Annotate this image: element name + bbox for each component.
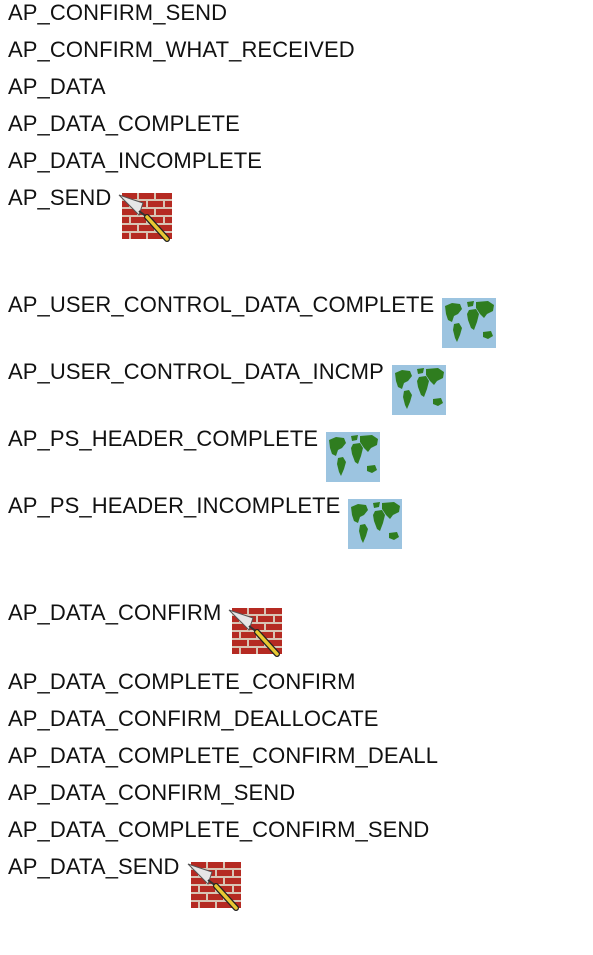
world-map-icon xyxy=(390,359,448,419)
list-item: AP_DATA_COMPLETE_CONFIRM xyxy=(8,669,356,695)
world-map-icon xyxy=(346,493,404,553)
entry-label: AP_DATA_COMPLETE xyxy=(8,111,240,136)
list-item: AP_USER_CONTROL_DATA_INCMP xyxy=(8,359,448,419)
entry-label: AP_DATA_SEND xyxy=(8,854,180,879)
world-map-icon xyxy=(440,292,498,352)
list-item: AP_DATA_CONFIRM_SEND xyxy=(8,780,295,806)
list-item: AP_DATA_SEND xyxy=(8,854,244,914)
list-item: AP_DATA xyxy=(8,74,106,100)
entry-label: AP_CONFIRM_SEND xyxy=(8,0,228,25)
list-item: AP_CONFIRM_WHAT_RECEIVED xyxy=(8,37,355,63)
list-item: AP_DATA_CONFIRM xyxy=(8,600,285,660)
entry-label: AP_DATA xyxy=(8,74,106,99)
list-item: AP_CONFIRM_SEND xyxy=(8,0,227,26)
list-item: AP_SEND xyxy=(8,185,175,245)
entry-label: AP_SEND xyxy=(8,185,112,210)
entry-label: AP_CONFIRM_WHAT_RECEIVED xyxy=(8,37,355,62)
list-item: AP_DATA_COMPLETE_CONFIRM_DEALL xyxy=(8,743,438,769)
entry-label: AP_USER_CONTROL_DATA_COMPLETE xyxy=(8,292,435,317)
entry-label: AP_PS_HEADER_COMPLETE xyxy=(8,426,319,451)
entry-label: AP_DATA_COMPLETE_CONFIRM_DEALL xyxy=(8,743,439,768)
list-item: AP_PS_HEADER_INCOMPLETE xyxy=(8,493,404,553)
entry-label: AP_DATA_CONFIRM_DEALLOCATE xyxy=(8,706,379,731)
brick-trowel-icon xyxy=(227,600,285,660)
entry-label: AP_USER_CONTROL_DATA_INCMP xyxy=(8,359,384,384)
entry-label: AP_DATA_INCOMPLETE xyxy=(8,148,263,173)
list-item: AP_DATA_COMPLETE xyxy=(8,111,240,137)
entry-label: AP_DATA_COMPLETE_CONFIRM_SEND xyxy=(8,817,430,842)
list-item: AP_PS_HEADER_COMPLETE xyxy=(8,426,382,486)
entry-label: AP_DATA_COMPLETE_CONFIRM xyxy=(8,669,356,694)
list-item: AP_DATA_INCOMPLETE xyxy=(8,148,262,174)
entry-label: AP_DATA_CONFIRM xyxy=(8,600,222,625)
list-item: AP_DATA_CONFIRM_DEALLOCATE xyxy=(8,706,379,732)
list-item: AP_USER_CONTROL_DATA_COMPLETE xyxy=(8,292,498,352)
entry-label: AP_DATA_CONFIRM_SEND xyxy=(8,780,296,805)
brick-trowel-icon xyxy=(186,854,244,914)
world-map-icon xyxy=(324,426,382,486)
brick-trowel-icon xyxy=(117,185,175,245)
entry-label: AP_PS_HEADER_INCOMPLETE xyxy=(8,493,341,518)
list-item: AP_DATA_COMPLETE_CONFIRM_SEND xyxy=(8,817,429,843)
